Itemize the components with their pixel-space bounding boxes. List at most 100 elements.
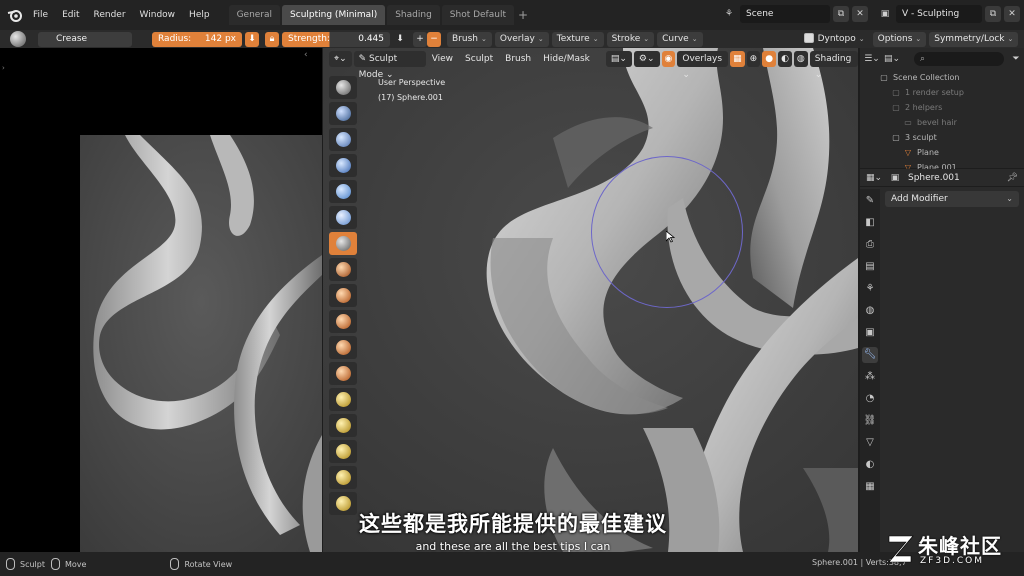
gizmo-toggle-icon[interactable]: ⚙⌄ (633, 51, 660, 67)
outliner-row[interactable]: ▢ 3 sculpt (860, 130, 1024, 145)
brush-selector[interactable]: Crease (38, 31, 132, 47)
new-view-layer-icon[interactable]: ⧉ (985, 6, 1001, 22)
tab-shot-default[interactable]: Shot Default (441, 5, 514, 25)
reference-viewport[interactable]: › ‹ (0, 48, 322, 552)
dyntopo-toggle[interactable]: Dyntopo ⌄ (799, 32, 870, 47)
filter-icon[interactable]: ⏷ (1008, 51, 1024, 67)
tool-grab[interactable] (329, 414, 357, 437)
outliner-row[interactable]: ▢ Scene Collection (860, 70, 1024, 85)
tab-sculpting-minimal[interactable]: Sculpting (Minimal) (282, 5, 386, 25)
overlays-toggle-icon[interactable]: ◉ (661, 51, 676, 67)
direction-add-icon[interactable]: + (413, 31, 427, 47)
shading-menu[interactable]: Shading ⌄ (809, 51, 858, 80)
solid-shading-icon[interactable]: ● (762, 51, 777, 67)
view-layer-selector[interactable]: V - Sculpting (896, 5, 982, 23)
delete-view-layer-icon[interactable]: ✕ (1004, 6, 1020, 22)
brush-menu[interactable]: Brush ⌄ (447, 31, 492, 47)
blender-logo-icon[interactable] (4, 4, 26, 26)
tool-clay-strips[interactable] (329, 154, 357, 177)
stroke-menu[interactable]: Stroke ⌄ (606, 31, 655, 47)
tool-snake-hook[interactable] (329, 440, 357, 463)
pin-icon[interactable]: 📌︎ (1007, 173, 1018, 183)
view-layer-icon[interactable]: ▤ (862, 259, 878, 275)
curve-menu[interactable]: Curve ⌄ (657, 31, 703, 47)
outliner-row[interactable]: ▽ Plane (860, 145, 1024, 160)
mode-selector[interactable]: ✎ Sculpt Mode ⌄ (353, 51, 426, 80)
menu-help[interactable]: Help (182, 5, 217, 25)
tool-thumb[interactable] (329, 466, 357, 489)
texture-icon[interactable]: ▦ (862, 479, 878, 495)
wireframe-shading-icon[interactable]: ⊕ (746, 51, 761, 67)
tool-pinch[interactable] (329, 388, 357, 411)
menu-brush[interactable]: Brush (499, 51, 537, 67)
tool-smooth[interactable] (329, 284, 357, 307)
output-icon[interactable]: ⎙ (862, 237, 878, 253)
data-icon[interactable]: ▽ (862, 435, 878, 451)
strength-pressure-icon[interactable]: ⬇ (393, 32, 407, 47)
tool-blob[interactable] (329, 258, 357, 281)
modifier-icon[interactable]: 🔧︎ (862, 347, 878, 363)
tool-draw-sharp[interactable] (329, 102, 357, 125)
add-modifier-button[interactable]: Add Modifier ⌄ (885, 191, 1019, 207)
material-shading-icon[interactable]: ◐ (778, 51, 792, 67)
menu-window[interactable]: Window (133, 5, 183, 25)
constraints-icon[interactable]: ⛓︎ (862, 413, 878, 429)
symmetry-menu[interactable]: Symmetry/Lock ⌄ (929, 31, 1019, 47)
object-icon[interactable]: ▣ (862, 325, 878, 341)
menu-render[interactable]: Render (87, 5, 133, 25)
active-tool-icon[interactable] (10, 31, 26, 47)
outliner-search-input[interactable]: ⌕ (914, 52, 1004, 66)
options-menu[interactable]: Options ⌄ (872, 31, 927, 47)
3d-viewport[interactable]: ⌖⌄ ✎ Sculpt Mode ⌄ View Sculpt Brush Hid… (323, 48, 858, 552)
scene-selector[interactable]: Scene (740, 5, 830, 23)
tool-scrape[interactable] (329, 362, 357, 385)
tool-clay[interactable] (329, 128, 357, 151)
particles-icon[interactable]: ⁂ (862, 369, 878, 385)
editor-type-icon[interactable]: ⌖⌄ (329, 51, 352, 67)
view-layer-icon[interactable]: ▣ (877, 6, 893, 22)
tool-flatten[interactable] (329, 310, 357, 333)
rendered-shading-icon[interactable]: ◍ (793, 51, 808, 67)
menu-edit[interactable]: Edit (55, 5, 86, 25)
tool-draw[interactable] (329, 76, 357, 99)
left-panel-collapse-icon[interactable]: ‹ (304, 50, 308, 60)
tool-crease[interactable] (329, 232, 357, 255)
tool-inflate[interactable] (329, 206, 357, 229)
material-icon[interactable]: ◐ (862, 457, 878, 473)
radius-field[interactable]: Radius: 142 px (152, 31, 242, 47)
xray-toggle-icon[interactable]: ▦ (730, 51, 745, 67)
scene-icon[interactable]: ⚘ (862, 281, 878, 297)
outliner-row[interactable]: ▭ bevel hair (860, 115, 1024, 130)
add-workspace-button[interactable]: + (514, 5, 532, 25)
outliner-editor-type-icon[interactable]: ☰⌄ (864, 51, 880, 67)
left-panel-expand-icon[interactable]: › (2, 64, 5, 72)
tool-fill[interactable] (329, 336, 357, 359)
menu-sculpt[interactable]: Sculpt (459, 51, 499, 67)
outliner-row[interactable]: ▢ 1 render setup (860, 85, 1024, 100)
tab-general[interactable]: General (228, 5, 281, 25)
menu-view[interactable]: View (426, 51, 459, 67)
overlays-menu[interactable]: Overlays ⌄ (677, 51, 729, 80)
tool-layer[interactable] (329, 180, 357, 203)
tab-shading[interactable]: Shading (387, 5, 440, 25)
overlay-menu[interactable]: Overlay ⌄ (494, 31, 549, 47)
radius-lock-icon[interactable]: 🔒︎ (265, 31, 279, 47)
delete-scene-icon[interactable]: ✕ (852, 6, 868, 22)
strength-field[interactable]: Strength: 0.445 (282, 31, 390, 47)
scene-icon[interactable]: ⚘ (721, 6, 737, 22)
view-object-types-icon[interactable]: ▤⌄ (605, 51, 632, 67)
direction-subtract-icon[interactable]: − (427, 31, 441, 47)
new-scene-icon[interactable]: ⧉ (833, 6, 849, 22)
display-mode-icon[interactable]: ▤⌄ (884, 51, 900, 67)
texture-menu[interactable]: Texture ⌄ (551, 31, 604, 47)
menu-hide-mask[interactable]: Hide/Mask (537, 51, 596, 67)
tool-icon[interactable]: ✎ (862, 193, 878, 209)
outliner-row[interactable]: ▢ 2 helpers (860, 100, 1024, 115)
dyntopo-checkbox[interactable] (803, 33, 814, 43)
render-icon[interactable]: ◧ (862, 215, 878, 231)
properties-editor-type-icon[interactable]: ▦⌄ (866, 170, 882, 186)
menu-file[interactable]: File (26, 5, 55, 25)
physics-icon[interactable]: ◔ (862, 391, 878, 407)
world-icon[interactable]: ◍ (862, 303, 878, 319)
radius-pressure-icon[interactable]: ⬇ (245, 31, 259, 47)
